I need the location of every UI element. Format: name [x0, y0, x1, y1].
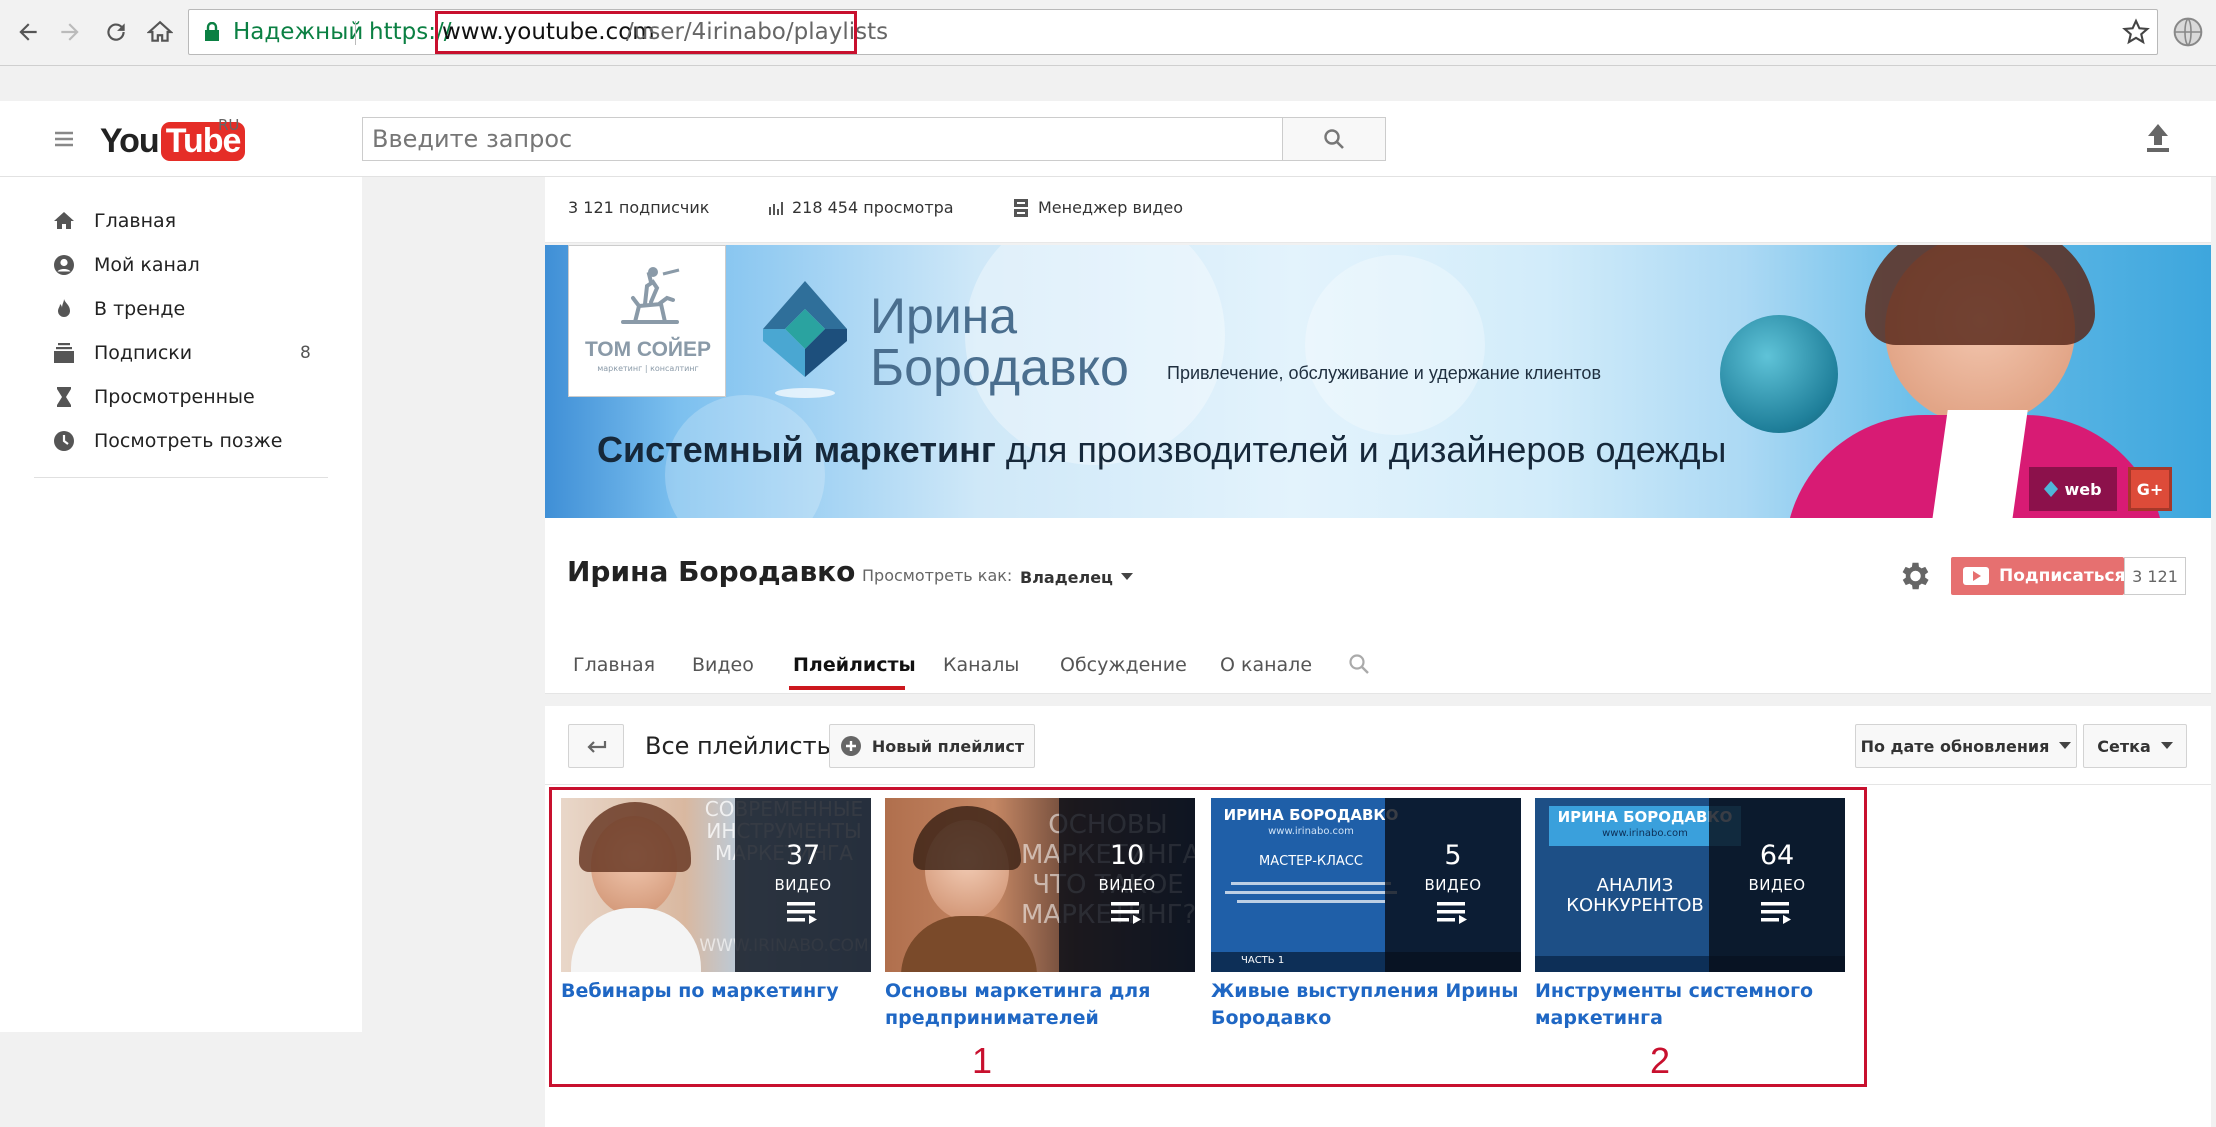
video-manager-icon	[1014, 199, 1028, 217]
sort-label: По дате обновления	[1860, 736, 2050, 756]
views-label: 218 454 просмотра	[792, 198, 954, 217]
back-icon[interactable]	[10, 14, 46, 50]
tab-about[interactable]: О канале	[1220, 630, 1312, 700]
annotation-label-2: 2	[1650, 1040, 1671, 1081]
views-stat[interactable]: 218 454 просмотра	[768, 177, 954, 239]
sort-dropdown[interactable]: По дате обновления	[1855, 724, 2077, 768]
home-icon	[52, 209, 76, 233]
youtube-play-icon	[1963, 567, 1989, 585]
banner-bokeh	[1305, 255, 1485, 435]
tab-channels[interactable]: Каналы	[943, 630, 1019, 700]
logo-you-text: You	[100, 121, 160, 160]
subscriptions-count: 8	[300, 343, 311, 363]
channel-banner: ТОМ СОЙЕР маркетинг | консалтинг Ирина Б…	[545, 245, 2211, 518]
upload-icon[interactable]	[2145, 122, 2171, 154]
search-button[interactable]	[1282, 117, 1386, 161]
channel-settings-gear-icon[interactable]	[1896, 558, 1932, 594]
back-arrow-icon	[585, 739, 607, 753]
don-quixote-logo-icon	[621, 267, 680, 324]
sidebar-item-label: Просмотренные	[94, 386, 255, 408]
banner-name-last: Бородавко	[870, 339, 1129, 397]
url-annotation-box	[435, 11, 857, 54]
sidebar-item-label: Подписки	[94, 342, 193, 364]
reload-icon[interactable]	[98, 14, 134, 50]
secure-label: Надежный	[233, 19, 364, 45]
tab-videos[interactable]: Видео	[692, 630, 754, 700]
subscribe-label: Подписаться	[1999, 566, 2126, 586]
address-separator	[355, 21, 356, 45]
plus-circle-icon	[840, 735, 862, 757]
banner-web-label: web	[2064, 479, 2102, 499]
view-mode-label: Сетка	[2097, 736, 2151, 756]
bar-chart-icon	[768, 201, 784, 215]
banner-person-shirt	[1932, 410, 2028, 518]
banner-link-web[interactable]: web	[2029, 467, 2117, 511]
tab-discussion[interactable]: Обсуждение	[1060, 630, 1187, 700]
brand-emblem-icon	[763, 281, 847, 398]
banner-headline-rest: для производителей и дизайнеров одежды	[995, 429, 1727, 470]
bookmark-star-icon[interactable]	[2122, 18, 2150, 46]
account-icon	[52, 253, 76, 277]
chevron-down-icon	[1120, 573, 1133, 581]
annotation-label-1: 1	[972, 1040, 993, 1081]
channel-avatar[interactable]: ТОМ СОЙЕР маркетинг | консалтинг	[568, 245, 726, 397]
sidebar-item-label: Мой канал	[94, 254, 200, 276]
tab-home[interactable]: Главная	[573, 630, 655, 700]
view-as-dropdown[interactable]: Владелец	[1020, 561, 1133, 593]
subscribe-button[interactable]: Подписаться	[1951, 557, 2126, 595]
banner-tagline: Привлечение, обслуживание и удержание кл…	[1167, 363, 1602, 383]
new-playlist-button[interactable]: Новый плейлист	[829, 724, 1035, 768]
banner-headline: Системный маркетинг для производителей и…	[597, 429, 1726, 471]
banner-web-icon	[2044, 481, 2059, 497]
clock-icon	[52, 429, 76, 453]
view-mode-dropdown[interactable]: Сетка	[2083, 724, 2187, 768]
search-icon	[1322, 127, 1346, 151]
banner-headline-bold: Системный маркетинг	[597, 429, 996, 470]
lock-icon	[204, 22, 220, 42]
hourglass-icon	[52, 385, 76, 409]
view-as-label: Просмотреть как:	[862, 566, 1013, 585]
banner-yarn-ball	[1720, 315, 1838, 433]
logo-brand-text: ТОМ СОЙЕР	[584, 338, 712, 361]
sidebar-divider	[34, 477, 328, 478]
sidebar-item-label: В тренде	[94, 298, 186, 320]
guide-menu-icon[interactable]	[52, 127, 76, 151]
home-page-icon[interactable]	[142, 14, 178, 50]
video-manager-link[interactable]: Менеджер видео	[1014, 177, 1183, 239]
subscriptions-icon	[52, 341, 76, 365]
extension-globe-icon[interactable]	[2172, 16, 2204, 48]
chevron-down-icon	[2059, 742, 2072, 750]
banner-link-gplus[interactable]: G+	[2128, 467, 2172, 511]
banner-name-first: Ирина	[870, 288, 1018, 344]
channel-name: Ирина Бородавко	[567, 555, 856, 588]
sidebar-item-label: Посмотреть позже	[94, 430, 283, 452]
forward-icon[interactable]	[52, 14, 88, 50]
back-button[interactable]	[568, 724, 624, 768]
video-manager-label: Менеджер видео	[1038, 198, 1184, 217]
playlists-heading: Все плейлисты	[645, 732, 836, 760]
panel-divider	[545, 784, 2211, 785]
flame-icon	[52, 297, 76, 321]
subscriber-count: 3 121 подписчик	[568, 198, 710, 217]
view-as-value: Владелец	[1020, 567, 1113, 587]
logo-region: RU	[218, 116, 240, 134]
tab-active-indicator	[789, 686, 905, 690]
sidebar-item-label: Главная	[94, 210, 177, 232]
channel-search-icon[interactable]	[1347, 652, 1371, 676]
search-placeholder: Введите запрос	[372, 125, 573, 153]
chevron-down-icon	[2160, 742, 2173, 750]
banner-person-hair	[1865, 245, 2095, 345]
logo-brand-subtext: маркетинг | консалтинг	[597, 364, 699, 373]
subscriber-count-badge: 3 121	[2124, 557, 2186, 595]
new-playlist-label: Новый плейлист	[871, 736, 1025, 756]
google-plus-label: G+	[2136, 479, 2164, 499]
